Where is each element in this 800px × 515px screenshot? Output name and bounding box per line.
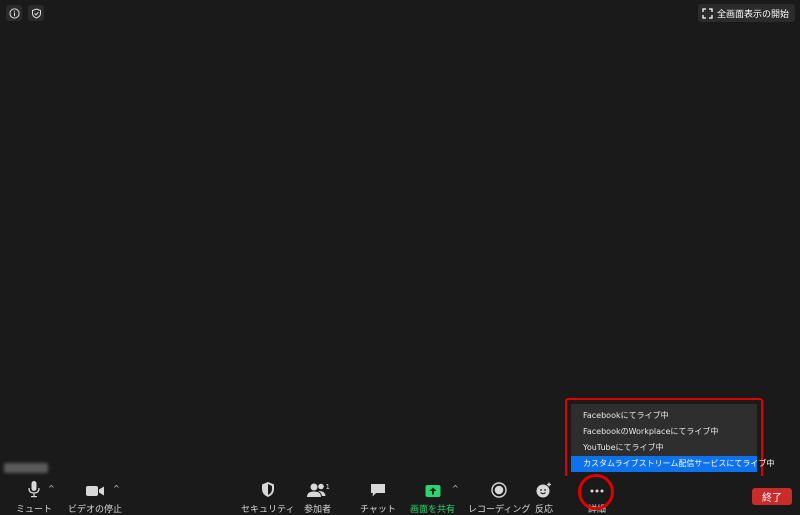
fullscreen-icon <box>702 7 713 19</box>
fullscreen-label: 全画面表示の開始 <box>716 9 789 20</box>
participants-count: 1 <box>325 483 329 491</box>
participants-icon: 1 <box>306 480 330 498</box>
participants-button[interactable]: 1 参加者 <box>304 480 331 515</box>
microphone-icon <box>27 480 41 498</box>
record-button[interactable]: レコーディング <box>468 480 530 515</box>
chat-label: チャット <box>360 505 396 515</box>
share-screen-button[interactable]: 画面を共有 <box>410 480 455 515</box>
record-label: レコーディング <box>468 505 531 515</box>
shield-icon <box>261 480 275 498</box>
more-options-menu: Facebookにてライブ中 FacebookのWorkplaceにてライブ中 … <box>571 404 774 472</box>
share-options-caret[interactable]: ^ <box>452 484 459 493</box>
record-icon <box>491 480 507 498</box>
video-camera-icon <box>85 480 105 498</box>
info-icon[interactable] <box>6 5 22 21</box>
menu-item-youtube-live[interactable]: YouTubeにてライブ中 <box>571 440 757 456</box>
smiley-plus-icon <box>536 480 552 498</box>
participant-name-tag <box>4 463 48 473</box>
chat-button[interactable]: チャット <box>360 480 396 515</box>
shield-check-icon[interactable] <box>28 5 44 21</box>
chat-bubble-icon <box>370 480 386 498</box>
mute-label: ミュート <box>16 505 53 515</box>
security-button[interactable]: セキュリティ <box>241 480 294 515</box>
meeting-toolbar: ミュート ^ ビデオの停止 ^ セキュリティ 1 参加者 チャット 画面を共有 … <box>0 476 800 515</box>
reactions-label: 反応 <box>535 505 554 515</box>
share-screen-icon <box>425 480 441 498</box>
mute-button[interactable]: ミュート <box>16 480 52 515</box>
menu-item-workplace-live[interactable]: FacebookのWorkplaceにてライブ中 <box>571 424 757 440</box>
more-highlight-ring <box>578 474 614 510</box>
security-label: セキュリティ <box>241 505 295 515</box>
fullscreen-button[interactable]: 全画面表示の開始 <box>697 4 795 22</box>
share-screen-label: 画面を共有 <box>410 505 456 515</box>
stop-video-label: ビデオの停止 <box>68 505 123 515</box>
video-options-caret[interactable]: ^ <box>113 484 120 493</box>
reactions-button[interactable]: 反応 <box>535 480 553 515</box>
participants-label: 参加者 <box>304 505 332 515</box>
menu-item-custom-live[interactable]: カスタムライブストリーム配信サービスにてライブ中 <box>571 456 774 472</box>
audio-options-caret[interactable]: ^ <box>48 484 55 493</box>
end-meeting-button[interactable]: 終了 <box>752 488 792 505</box>
menu-item-facebook-live[interactable]: Facebookにてライブ中 <box>571 408 757 424</box>
top-left-icons <box>6 5 44 21</box>
